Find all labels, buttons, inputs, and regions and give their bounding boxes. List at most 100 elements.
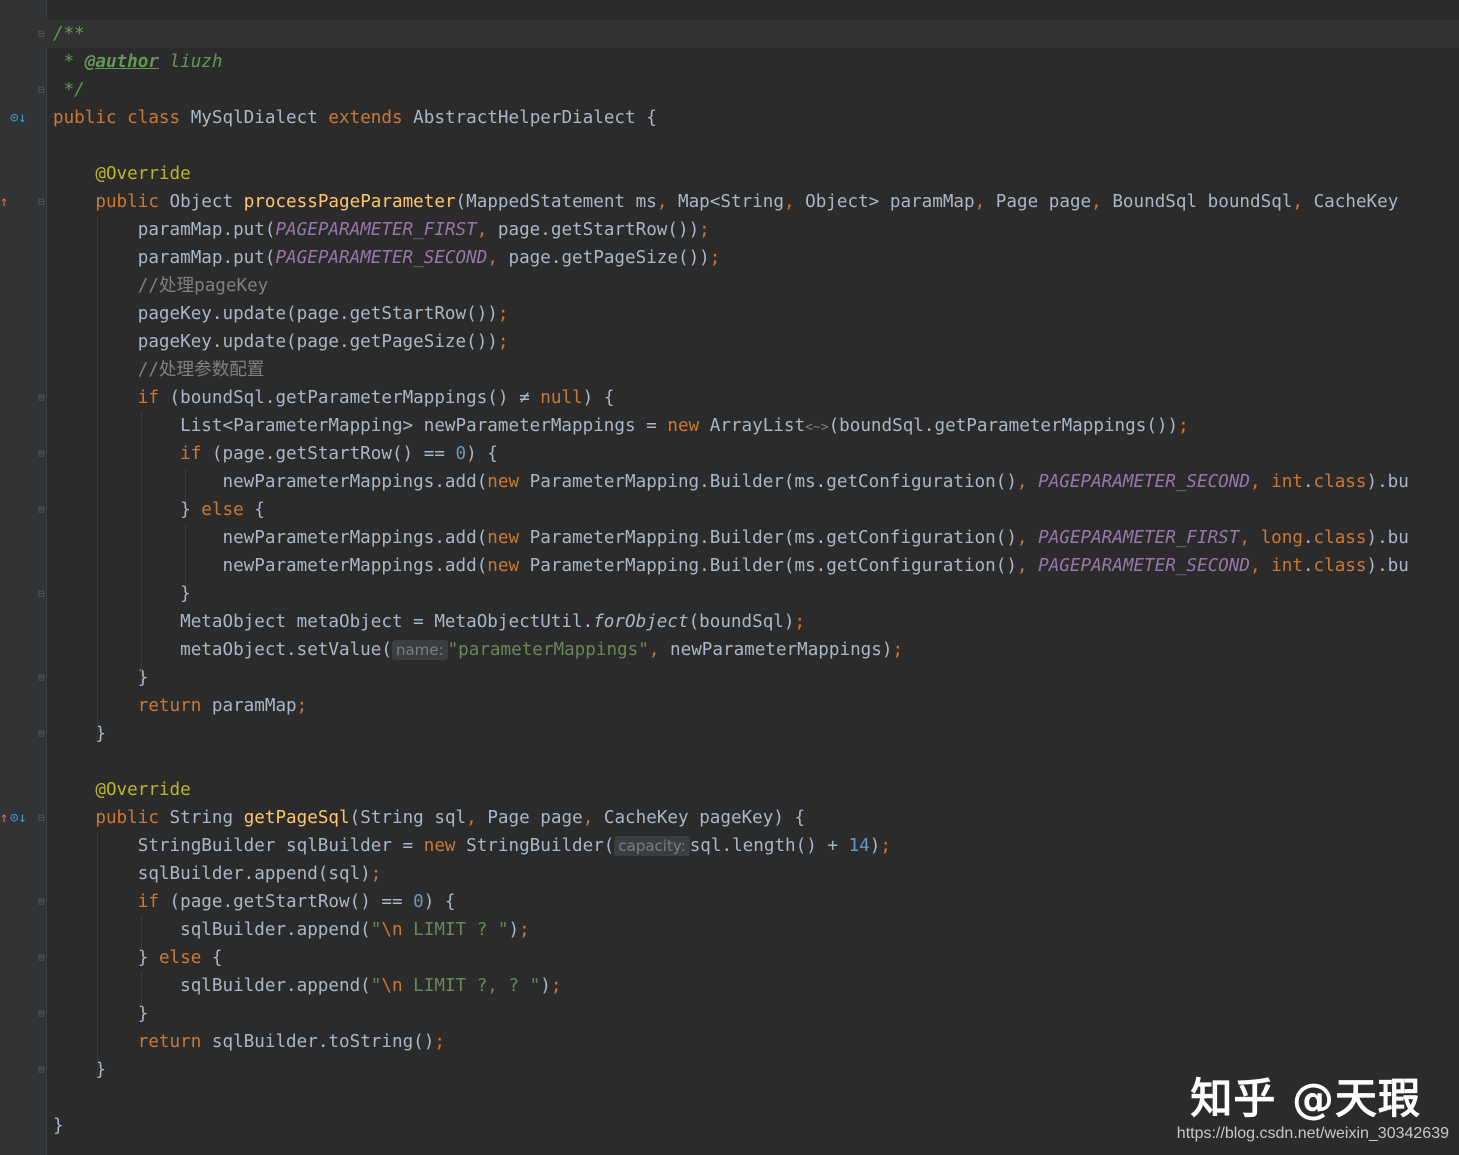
code-token: , xyxy=(1016,528,1039,548)
code-text: List<ParameterMapping> newParameterMappi… xyxy=(53,412,1189,442)
code-token: processPageParameter xyxy=(243,192,456,212)
code-token: newParameterMappings.add( xyxy=(53,528,488,548)
code-editor[interactable]: ⊟/** * @author liuzh ⊟ */⊙↓ public class M… xyxy=(0,0,1459,1155)
code-token: } xyxy=(53,1004,149,1024)
code-line[interactable]: ⊟ */ xyxy=(0,76,1459,104)
code-token: sqlBuilder.append( xyxy=(53,920,371,940)
fold-toggle-icon[interactable]: ⊟ xyxy=(38,440,45,468)
code-line[interactable]: ⊟ } xyxy=(0,720,1459,748)
code-line[interactable]: ⊟ if (boundSql.getParameterMappings() ≠ … xyxy=(0,384,1459,412)
overrides-arrow-icon[interactable]: ↑ xyxy=(0,188,8,216)
code-line[interactable]: ⊟ if (page.getStartRow() == 0) { xyxy=(0,888,1459,916)
code-line[interactable]: newParameterMappings.add(new ParameterMa… xyxy=(0,552,1459,580)
code-line[interactable]: pageKey.update(page.getPageSize()); xyxy=(0,328,1459,356)
code-text: * @author liuzh xyxy=(53,48,223,76)
code-token: public xyxy=(95,808,170,828)
fold-toggle-icon[interactable]: ⊟ xyxy=(38,1000,45,1028)
code-line[interactable]: newParameterMappings.add(new ParameterMa… xyxy=(0,468,1459,496)
code-token: ; xyxy=(497,304,509,324)
code-line[interactable]: @Override xyxy=(0,776,1459,804)
code-token: else xyxy=(158,948,212,968)
code-text: return sqlBuilder.toString(); xyxy=(53,1028,445,1056)
code-token: Object> paramMap xyxy=(805,192,975,212)
code-token: " xyxy=(370,976,382,996)
code-line[interactable]: paramMap.put(PAGEPARAMETER_FIRST, page.g… xyxy=(0,216,1459,244)
code-token: Map<String xyxy=(678,192,784,212)
implemented-marker-icon[interactable]: ⊙↓ xyxy=(10,804,27,832)
code-token: return xyxy=(137,696,212,716)
code-token: MySqlDialect xyxy=(190,108,329,128)
code-text: if (page.getStartRow() == 0) { xyxy=(53,440,498,468)
code-line[interactable]: metaObject.setValue(name: "parameterMappi… xyxy=(0,636,1459,664)
fold-toggle-icon[interactable]: ⊟ xyxy=(38,888,45,916)
code-line[interactable]: MetaObject metaObject = MetaObjectUtil.f… xyxy=(0,608,1459,636)
code-token: new xyxy=(487,556,530,576)
code-line[interactable]: ↑ ⊙↓ ⊟ public String getPageSql(String sql… xyxy=(0,804,1459,832)
code-line[interactable]: @Override xyxy=(0,160,1459,188)
code-line[interactable]: return paramMap; xyxy=(0,692,1459,720)
code-line[interactable]: * @author liuzh xyxy=(0,48,1459,76)
fold-toggle-icon[interactable]: ⊟ xyxy=(38,720,45,748)
code-line[interactable]: paramMap.put(PAGEPARAMETER_SECOND, page.… xyxy=(0,244,1459,272)
code-line[interactable]: ⊟ } xyxy=(0,1000,1459,1028)
code-line[interactable]: ⊟ } xyxy=(0,580,1459,608)
code-line[interactable]: pageKey.update(page.getStartRow()); xyxy=(0,300,1459,328)
code-line[interactable] xyxy=(0,748,1459,776)
code-line[interactable]: ⊟ } xyxy=(0,664,1459,692)
code-line[interactable]: ↑ ⊟ public Object processPageParameter(Ma… xyxy=(0,188,1459,216)
fold-toggle-icon[interactable]: ⊟ xyxy=(38,20,45,48)
code-text: } xyxy=(53,1000,149,1028)
fold-toggle-icon[interactable]: ⊟ xyxy=(38,944,45,972)
code-line[interactable] xyxy=(0,132,1459,160)
code-line[interactable]: sqlBuilder.append(sql); xyxy=(0,860,1459,888)
code-token: LIMIT ? " xyxy=(402,920,509,940)
code-token: new xyxy=(667,416,710,436)
code-line[interactable]: List<ParameterMapping> newParameterMappi… xyxy=(0,412,1459,440)
fold-toggle-icon[interactable]: ⊟ xyxy=(38,1056,45,1084)
code-line[interactable]: StringBuilder sqlBuilder = new StringBui… xyxy=(0,832,1459,860)
fold-toggle-icon[interactable]: ⊟ xyxy=(38,664,45,692)
code-token: ; xyxy=(550,976,562,996)
code-line[interactable]: ⊟ if (page.getStartRow() == 0) { xyxy=(0,440,1459,468)
code-token: ParameterMapping.Builder(ms.getConfigura… xyxy=(529,528,1017,548)
fold-toggle-icon[interactable]: ⊟ xyxy=(38,496,45,524)
code-token: //处理pageKey xyxy=(137,276,269,296)
zhihu-watermark: 知乎 @天瑕 xyxy=(1190,1074,1421,1123)
fold-toggle-icon[interactable]: ⊟ xyxy=(38,188,45,216)
implemented-marker-icon[interactable]: ⊙↓ xyxy=(10,104,27,132)
code-token: ).bu xyxy=(1366,472,1409,492)
code-token: ; xyxy=(497,332,509,352)
code-text: public Object processPageParameter(Mappe… xyxy=(53,188,1398,216)
source-url: https://blog.csdn.net/weixin_30342639 xyxy=(1176,1125,1449,1142)
code-token: ; xyxy=(296,696,308,716)
fold-toggle-icon[interactable]: ⊟ xyxy=(38,384,45,412)
code-token: new xyxy=(487,528,530,548)
code-line[interactable]: ⊟ /** xyxy=(0,20,1459,48)
code-token: List<ParameterMapping> newParameterMappi… xyxy=(53,416,668,436)
fold-toggle-icon[interactable]: ⊟ xyxy=(38,580,45,608)
code-token: LIMIT ?, ? " xyxy=(402,976,541,996)
code-token: return xyxy=(137,1032,212,1052)
fold-toggle-icon[interactable]: ⊟ xyxy=(38,76,45,104)
fold-toggle-icon[interactable]: ⊟ xyxy=(38,804,45,832)
code-line[interactable]: //处理参数配置 xyxy=(0,356,1459,384)
code-token: } xyxy=(53,668,149,688)
code-text: @Override xyxy=(53,776,190,804)
code-line[interactable]: ⊟ } else { xyxy=(0,496,1459,524)
overrides-arrow-icon[interactable]: ↑ xyxy=(0,804,8,832)
code-token: 0 xyxy=(455,444,467,464)
code-area[interactable]: ⊟/** * @author liuzh ⊟ */⊙↓ public class M… xyxy=(0,20,1459,1140)
code-line[interactable]: ⊟ } else { xyxy=(0,944,1459,972)
code-token: page.getStartRow()) xyxy=(497,220,700,240)
code-line[interactable]: //处理pageKey xyxy=(0,272,1459,300)
code-token: int xyxy=(1271,472,1303,492)
code-line[interactable]: newParameterMappings.add(new ParameterMa… xyxy=(0,524,1459,552)
code-line[interactable]: sqlBuilder.append("\n LIMIT ?, ? "); xyxy=(0,972,1459,1000)
code-token: , xyxy=(1249,556,1272,576)
indent-guide xyxy=(185,468,186,502)
code-token: 0 xyxy=(413,892,424,912)
code-line[interactable]: sqlBuilder.append("\n LIMIT ? "); xyxy=(0,916,1459,944)
code-line[interactable]: return sqlBuilder.toString(); xyxy=(0,1028,1459,1056)
code-line[interactable]: ⊙↓ public class MySqlDialect extends Abst… xyxy=(0,104,1459,132)
